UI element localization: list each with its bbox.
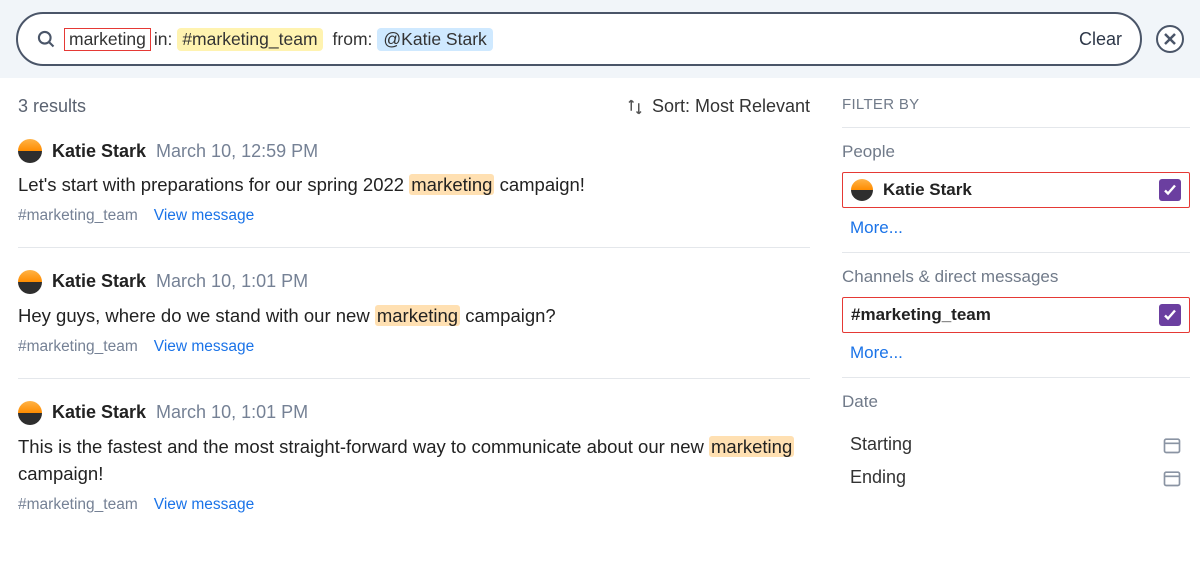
- highlight: marketing: [409, 174, 494, 195]
- avatar: [18, 139, 42, 163]
- date-label: Date: [842, 392, 1190, 412]
- filter-channel-name: #marketing_team: [851, 305, 991, 325]
- result-author: Katie Stark: [52, 141, 146, 162]
- starting-label: Starting: [850, 434, 912, 455]
- result-body: Let's start with preparations for our sp…: [18, 171, 810, 199]
- date-ending-row[interactable]: Ending: [842, 455, 1190, 488]
- filter-section-date: Date Starting Ending: [842, 378, 1190, 502]
- result-channel[interactable]: #marketing_team: [18, 338, 138, 356]
- results-count: 3 results: [18, 96, 86, 117]
- search-result[interactable]: Katie Stark March 10, 12:59 PM Let's sta…: [18, 139, 810, 248]
- checkbox-checked-icon[interactable]: [1159, 304, 1181, 326]
- view-message-link[interactable]: View message: [154, 496, 255, 514]
- people-label: People: [842, 142, 1190, 162]
- search-result[interactable]: Katie Stark March 10, 1:01 PM Hey guys, …: [18, 270, 810, 379]
- date-starting-row[interactable]: Starting: [842, 422, 1190, 455]
- search-box[interactable]: marketing in: #marketing_team from: @Kat…: [16, 12, 1142, 66]
- close-search-icon[interactable]: [1156, 25, 1184, 53]
- filter-row-people-item[interactable]: Katie Stark: [842, 172, 1190, 208]
- avatar: [18, 270, 42, 294]
- in-operator-label: in:: [154, 29, 172, 50]
- calendar-icon: [1162, 468, 1182, 488]
- clear-button[interactable]: Clear: [1079, 29, 1122, 50]
- avatar: [18, 401, 42, 425]
- filter-section-channels: Channels & direct messages #marketing_te…: [842, 253, 1190, 378]
- filter-people-name: Katie Stark: [883, 180, 972, 200]
- highlight: marketing: [375, 305, 460, 326]
- result-channel[interactable]: #marketing_team: [18, 496, 138, 514]
- result-body: This is the fastest and the most straigh…: [18, 433, 810, 489]
- highlight: marketing: [709, 436, 794, 457]
- search-query[interactable]: marketing in: #marketing_team from: @Kat…: [64, 28, 1071, 51]
- filter-section-people: People Katie Stark More...: [842, 128, 1190, 253]
- results-header: 3 results Sort: Most Relevant: [18, 96, 810, 117]
- channels-label: Channels & direct messages: [842, 267, 1190, 287]
- filter-row-channel-item[interactable]: #marketing_team: [842, 297, 1190, 333]
- ending-label: Ending: [850, 467, 906, 488]
- from-operator-label: from:: [333, 29, 373, 50]
- filter-panel: FILTER BY People Katie Stark More... Cha…: [828, 78, 1200, 514]
- result-author: Katie Stark: [52, 402, 146, 423]
- result-time: March 10, 1:01 PM: [156, 271, 308, 292]
- result-time: March 10, 1:01 PM: [156, 402, 308, 423]
- calendar-icon: [1162, 435, 1182, 455]
- user-token[interactable]: @Katie Stark: [377, 28, 492, 51]
- filter-title: FILTER BY: [842, 96, 1190, 128]
- result-author: Katie Stark: [52, 271, 146, 292]
- checkbox-checked-icon[interactable]: [1159, 179, 1181, 201]
- sort-label: Sort: Most Relevant: [652, 96, 810, 117]
- avatar: [851, 179, 873, 201]
- more-people-link[interactable]: More...: [842, 208, 1190, 238]
- result-body: Hey guys, where do we stand with our new…: [18, 302, 810, 330]
- channel-token[interactable]: #marketing_team: [177, 28, 322, 51]
- view-message-link[interactable]: View message: [154, 207, 255, 225]
- search-bar: marketing in: #marketing_team from: @Kat…: [0, 0, 1200, 78]
- sort-button[interactable]: Sort: Most Relevant: [626, 96, 810, 117]
- search-result[interactable]: Katie Stark March 10, 1:01 PM This is th…: [18, 401, 810, 515]
- results-column: 3 results Sort: Most Relevant Katie Star…: [0, 78, 828, 514]
- search-term: marketing: [64, 28, 151, 51]
- view-message-link[interactable]: View message: [154, 338, 255, 356]
- result-channel[interactable]: #marketing_team: [18, 207, 138, 225]
- more-channels-link[interactable]: More...: [842, 333, 1190, 363]
- search-icon: [36, 29, 56, 49]
- result-time: March 10, 12:59 PM: [156, 141, 318, 162]
